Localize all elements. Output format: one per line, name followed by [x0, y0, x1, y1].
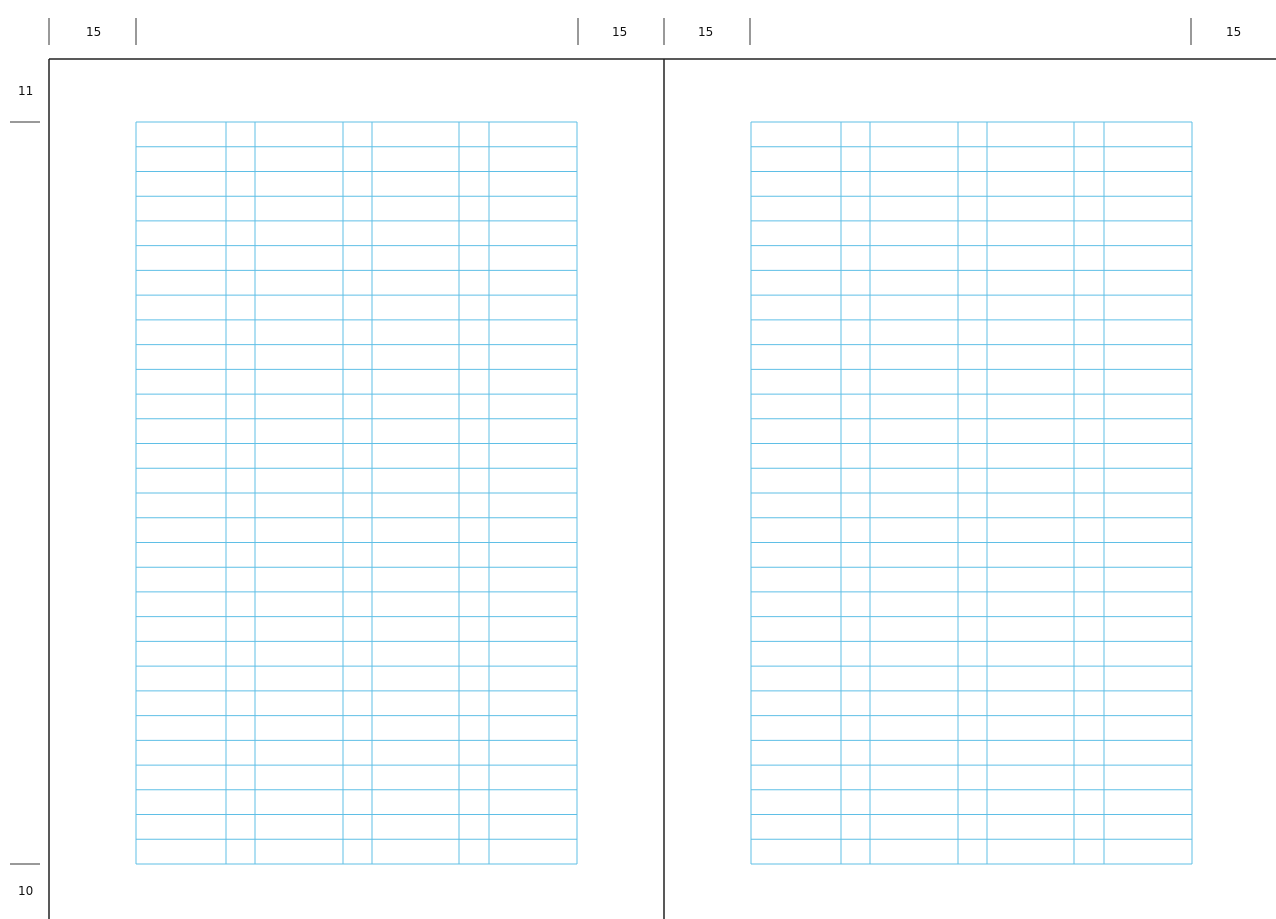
left-margin-label-bottom: 10	[18, 884, 34, 898]
top-margin-label-right-page-left: 15	[698, 25, 714, 39]
left-page-grid	[135, 121, 578, 865]
left-margin-label-top: 11	[18, 84, 34, 98]
top-margin-label-left-page-left: 15	[86, 25, 102, 39]
spread-layout	[10, 18, 1276, 919]
top-margin-label-left-page-right: 15	[612, 25, 628, 39]
top-margin-label-right-page-right: 15	[1226, 25, 1242, 39]
right-page-grid	[750, 121, 1193, 865]
ruler-ticks	[10, 18, 1192, 865]
